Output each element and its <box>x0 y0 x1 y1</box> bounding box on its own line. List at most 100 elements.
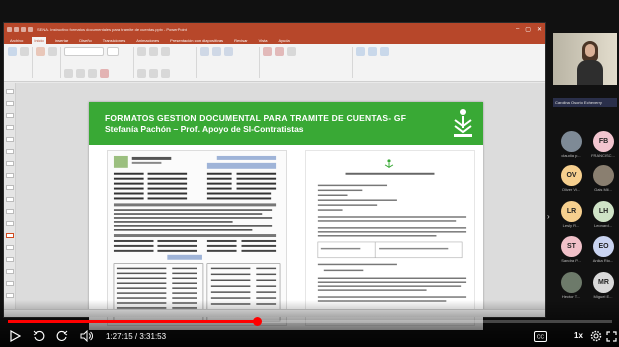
tab-insertar[interactable]: Insertar <box>53 37 71 44</box>
ribbon-group-drawing <box>200 47 260 78</box>
play-icon[interactable] <box>8 329 22 343</box>
layout-icon[interactable] <box>48 47 57 56</box>
tab-animaciones[interactable]: Animaciones <box>134 37 161 44</box>
tab-archivo[interactable]: Archivo <box>8 37 25 44</box>
participant-avatar[interactable]: LR <box>561 201 582 222</box>
save-icon[interactable] <box>14 26 19 32</box>
powerpoint-window: SENA. Instructivo formatos documentales … <box>3 22 546 330</box>
slide-thumbnail[interactable] <box>6 149 14 154</box>
autosave-icon[interactable] <box>7 26 12 32</box>
captions-icon[interactable]: CC <box>533 329 547 343</box>
participant-name: Sandra P... <box>561 258 581 263</box>
tab-presentacion[interactable]: Presentación con diapositivas <box>168 37 225 44</box>
slide-thumbnail[interactable] <box>6 173 14 178</box>
font-name-field[interactable] <box>64 47 104 56</box>
shapes-icon[interactable] <box>200 47 209 56</box>
maximize-icon[interactable]: ▢ <box>525 26 531 33</box>
tab-diseno[interactable]: Diseño <box>77 37 93 44</box>
slide-thumbnail[interactable] <box>6 221 14 226</box>
tab-transiciones[interactable]: Transiciones <box>101 37 128 44</box>
participant-avatar[interactable]: EO <box>593 236 614 257</box>
ribbon-group-paragraph <box>137 47 197 78</box>
window-controls: – ▢ ✕ <box>516 26 542 33</box>
progress-scrubber[interactable] <box>252 317 262 326</box>
ribbon-group-slides <box>36 47 61 78</box>
fullscreen-icon[interactable] <box>604 329 618 343</box>
arrange-icon[interactable] <box>212 47 221 56</box>
participant-avatar[interactable]: MR <box>593 272 614 293</box>
participant-name: Anika Rio... <box>592 258 614 263</box>
participant-avatar-photo[interactable] <box>593 165 614 186</box>
slide-thumbnail[interactable] <box>6 185 14 190</box>
playback-speed[interactable]: 1x <box>574 331 583 340</box>
quick-styles-icon[interactable] <box>224 47 233 56</box>
slide-thumbnail-active[interactable] <box>6 233 14 238</box>
slide-subtitle: Stefanía Pachón – Prof. Apoyo de SI-Cont… <box>105 124 304 134</box>
svg-text:CC: CC <box>536 334 544 340</box>
align-center-icon[interactable] <box>149 69 158 78</box>
settings-gear-icon[interactable] <box>589 329 603 343</box>
close-icon[interactable]: ✕ <box>537 26 542 33</box>
slide-thumbnail[interactable] <box>6 245 14 250</box>
minimize-icon[interactable]: – <box>516 26 519 33</box>
slide-thumbnail[interactable] <box>6 161 14 166</box>
tab-revisar[interactable]: Revisar <box>232 37 250 44</box>
select-icon[interactable] <box>380 47 389 56</box>
progress-bar[interactable] <box>8 317 612 326</box>
indent-icon[interactable] <box>161 47 170 56</box>
slide-thumbnail[interactable] <box>6 209 14 214</box>
replace-icon[interactable] <box>368 47 377 56</box>
rewind-10-icon[interactable] <box>32 329 46 343</box>
cut-icon[interactable] <box>20 47 29 56</box>
slide-thumbnail[interactable] <box>6 137 14 142</box>
panel-scroll-arrow-icon[interactable]: › <box>547 212 550 221</box>
tab-inicio[interactable]: Inicio <box>32 37 46 44</box>
bold-icon[interactable] <box>64 69 73 78</box>
font-size-field[interactable] <box>107 47 119 56</box>
participant-avatar[interactable]: FB <box>593 131 614 152</box>
paste-icon[interactable] <box>8 47 17 56</box>
participant-avatar[interactable]: OV <box>561 165 582 186</box>
redo-icon[interactable] <box>28 26 33 32</box>
participant-name: Lesly R... <box>562 223 580 228</box>
undo-icon[interactable] <box>21 26 26 32</box>
create-pdf-icon[interactable] <box>263 47 272 56</box>
italic-icon[interactable] <box>76 69 85 78</box>
slide-thumbnail[interactable] <box>6 113 14 118</box>
slide-thumbnail[interactable] <box>6 101 14 106</box>
tab-vista[interactable]: Vista <box>257 37 270 44</box>
bullets-icon[interactable] <box>137 47 146 56</box>
slide-thumbnail[interactable] <box>6 293 14 298</box>
slide-title: FORMATOS GESTION DOCUMENTAL PARA TRAMITE… <box>105 113 407 123</box>
align-right-icon[interactable] <box>161 69 170 78</box>
slide-canvas: FORMATOS GESTION DOCUMENTAL PARA TRAMITE… <box>16 83 545 330</box>
dictate-icon[interactable] <box>287 47 296 56</box>
underline-icon[interactable] <box>88 69 97 78</box>
forward-10-icon[interactable] <box>55 329 69 343</box>
slide-thumbnail[interactable] <box>6 281 14 286</box>
slide-thumbnail[interactable] <box>6 269 14 274</box>
slide-thumbnail[interactable] <box>6 197 14 202</box>
tab-ayuda[interactable]: Ayuda <box>276 37 291 44</box>
numbering-icon[interactable] <box>149 47 158 56</box>
ribbon <box>4 44 545 82</box>
ribbon-group-acrobat <box>263 47 353 78</box>
participant-avatar-photo[interactable] <box>561 131 582 152</box>
time-current: 1:27:15 <box>106 332 133 341</box>
volume-icon[interactable] <box>79 329 93 343</box>
current-slide[interactable]: FORMATOS GESTION DOCUMENTAL PARA TRAMITE… <box>89 102 483 330</box>
participant-name: Hector T... <box>561 294 581 299</box>
slide-thumbnail[interactable] <box>6 125 14 130</box>
participant-avatar[interactable]: LH <box>593 201 614 222</box>
new-slide-icon[interactable] <box>36 47 45 56</box>
presenter-video[interactable] <box>553 33 617 85</box>
slide-thumbnail[interactable] <box>6 257 14 262</box>
participant-avatar[interactable]: ST <box>561 236 582 257</box>
font-color-icon[interactable] <box>100 69 109 78</box>
create-pdf-share-icon[interactable] <box>275 47 284 56</box>
align-left-icon[interactable] <box>137 69 146 78</box>
slide-thumbnail[interactable] <box>6 89 14 94</box>
find-icon[interactable] <box>356 47 365 56</box>
time-display: 1:27:15 / 3:31:53 <box>106 332 166 341</box>
participant-avatar-photo[interactable] <box>561 272 582 293</box>
